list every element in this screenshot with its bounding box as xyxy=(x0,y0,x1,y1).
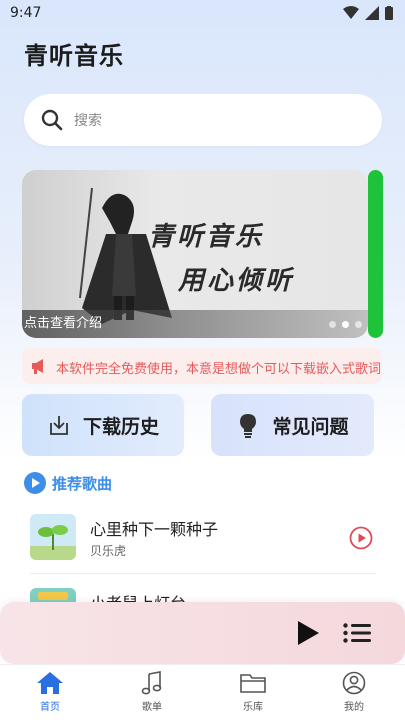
download-icon xyxy=(50,416,68,435)
search-bar[interactable]: 搜索 xyxy=(24,94,382,146)
carousel-dot[interactable] xyxy=(329,321,336,328)
status-time: 9:47 xyxy=(10,5,42,21)
banner-next-slide-peek[interactable] xyxy=(368,170,383,338)
anime-character-illustration xyxy=(79,187,172,324)
search-icon xyxy=(41,109,63,131)
folder-icon xyxy=(240,674,266,693)
tab-mine[interactable]: 我的 xyxy=(324,671,384,713)
carousel-dot-active[interactable] xyxy=(342,321,349,328)
home-icon xyxy=(37,672,63,694)
playlist-menu-icon[interactable] xyxy=(343,623,371,643)
megaphone-icon xyxy=(32,359,43,374)
banner-carousel[interactable]: 青听音乐 用心倾听 点击查看介绍 xyxy=(22,170,368,338)
status-icons xyxy=(343,6,393,20)
tab-playlist-label: 歌单 xyxy=(142,702,162,713)
notice-text: 本软件完全免费使用，本意是想做个可以下载嵌入式歌词的播放器 xyxy=(56,362,382,377)
song-title: 心里种下一颗种子 xyxy=(90,520,219,539)
song-list-item[interactable]: 心里种下一颗种子 贝乐虎 xyxy=(0,506,405,570)
signal-icon xyxy=(365,6,379,20)
play-icon[interactable] xyxy=(296,620,320,646)
bottom-tab-bar: 首页 歌单 乐库 我的 xyxy=(0,664,405,720)
list-divider xyxy=(30,573,376,574)
app-title: 青听音乐 xyxy=(24,42,124,70)
song-artist: 贝乐虎 xyxy=(90,544,127,558)
recommended-section-title: 推荐歌曲 xyxy=(52,474,113,493)
tab-playlist[interactable]: 歌单 xyxy=(122,671,182,713)
play-circle-icon xyxy=(24,472,46,494)
tab-library[interactable]: 乐库 xyxy=(223,671,283,713)
lightbulb-icon xyxy=(240,414,257,438)
download-history-label: 下载历史 xyxy=(82,415,159,438)
tab-library-label: 乐库 xyxy=(243,702,263,713)
wifi-icon xyxy=(343,6,359,19)
notice-banner[interactable]: 本软件完全免费使用，本意是想做个可以下载嵌入式歌词的播放器 xyxy=(22,348,382,384)
music-note-icon xyxy=(141,671,162,695)
search-placeholder: 搜索 xyxy=(74,113,102,129)
recommended-section-header: 推荐歌曲 xyxy=(24,472,112,494)
tab-mine-label: 我的 xyxy=(344,702,364,713)
tab-home[interactable]: 首页 xyxy=(20,671,80,713)
user-icon xyxy=(342,671,366,695)
banner-title-line-2: 用心倾听 xyxy=(178,266,295,296)
seedling-cover-art xyxy=(30,514,76,560)
status-bar: 9:47 xyxy=(0,0,405,28)
carousel-dot[interactable] xyxy=(355,321,362,328)
battery-icon xyxy=(385,6,393,20)
song-cover xyxy=(30,514,76,560)
faq-label: 常见问题 xyxy=(272,415,349,438)
mini-player-bar[interactable] xyxy=(0,602,405,664)
faq-button[interactable]: 常见问题 xyxy=(211,394,374,456)
play-circle-outline-icon[interactable] xyxy=(349,526,373,550)
banner-caption[interactable]: 点击查看介绍 xyxy=(24,312,102,331)
banner-title-line-1: 青听音乐 xyxy=(148,222,265,252)
download-history-button[interactable]: 下载历史 xyxy=(22,394,184,456)
tab-home-label: 首页 xyxy=(40,702,60,713)
carousel-indicator xyxy=(329,321,362,328)
